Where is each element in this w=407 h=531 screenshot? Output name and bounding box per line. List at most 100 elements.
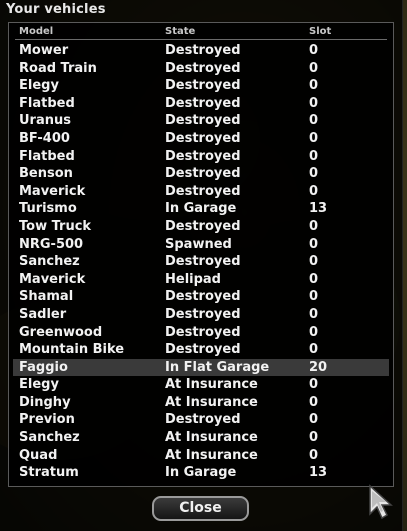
cell-model: Quad — [19, 447, 58, 463]
cell-state: Destroyed — [165, 43, 241, 58]
table-row[interactable]: Road Train Destroyed 0 — [9, 60, 393, 78]
table-row[interactable]: Sadler Destroyed 0 — [9, 306, 393, 324]
table-row[interactable]: Elegy Destroyed 0 — [9, 77, 393, 95]
cell-state: Spawned — [165, 236, 232, 252]
cell-state: Destroyed — [165, 148, 241, 164]
cell-state: Destroyed — [165, 166, 241, 182]
table-row[interactable]: Mountain Bike Destroyed 0 — [9, 341, 393, 359]
vehicles-dialog: Your vehicles Model State Slot Mower Dest… — [0, 0, 403, 531]
table-row[interactable]: Flatbed Destroyed 0 — [9, 95, 393, 113]
cell-state: At Insurance — [165, 430, 258, 446]
table-row[interactable]: Stratum In Garage 13 — [9, 464, 393, 482]
cell-state: Destroyed — [165, 95, 241, 111]
cell-state: In Garage — [165, 201, 237, 217]
cell-slot: 20 — [309, 359, 328, 375]
cell-slot: 0 — [309, 430, 319, 446]
cell-model: Mower — [19, 43, 69, 58]
cell-model: BF-400 — [19, 130, 70, 146]
table-row[interactable]: Dinghy At Insurance 0 — [9, 394, 393, 412]
cell-state: At Insurance — [165, 377, 258, 393]
table-row[interactable]: Mower Destroyed 0 — [9, 42, 393, 60]
cell-model: Turismo — [19, 201, 77, 217]
cell-slot: 13 — [309, 465, 328, 481]
cell-state: Destroyed — [165, 60, 241, 76]
table-row[interactable]: BF-400 Destroyed 0 — [9, 130, 393, 148]
cell-slot: 0 — [309, 113, 319, 129]
close-button[interactable]: Close — [152, 496, 249, 521]
column-header-slot[interactable]: Slot — [309, 26, 331, 37]
cell-slot: 0 — [309, 148, 319, 164]
table-row[interactable]: Elegy At Insurance 0 — [9, 376, 393, 394]
table-row[interactable]: Turismo In Garage 13 — [9, 200, 393, 218]
cell-state: Destroyed — [165, 113, 241, 129]
cell-state: Destroyed — [165, 412, 241, 428]
cell-model: Sadler — [19, 306, 67, 322]
cell-state: Destroyed — [165, 130, 241, 146]
cell-state: At Insurance — [165, 447, 258, 463]
header-divider — [15, 39, 387, 40]
cell-model: Flatbed — [19, 148, 75, 164]
cell-model: Flatbed — [19, 95, 75, 111]
cell-slot: 0 — [309, 60, 319, 76]
cell-state: At Insurance — [165, 394, 258, 410]
cell-slot: 0 — [309, 289, 319, 305]
cell-slot: 0 — [309, 342, 319, 358]
cell-model: Maverick — [19, 183, 86, 199]
cell-slot: 0 — [309, 95, 319, 111]
cell-slot: 0 — [309, 218, 319, 234]
cell-model: Road Train — [19, 60, 97, 76]
column-header-state[interactable]: State — [165, 26, 195, 37]
cell-model: Elegy — [19, 377, 59, 393]
cell-model: Sanchez — [19, 254, 80, 270]
cell-slot: 0 — [309, 43, 319, 58]
column-header-model[interactable]: Model — [19, 26, 53, 37]
cell-slot: 13 — [309, 201, 328, 217]
table-row[interactable]: Benson Destroyed 0 — [9, 165, 393, 183]
cell-model: Benson — [19, 166, 73, 182]
cell-state: Destroyed — [165, 183, 241, 199]
dialog-title: Your vehicles — [6, 2, 106, 17]
cell-model: Greenwood — [19, 324, 103, 340]
cell-slot: 0 — [309, 306, 319, 322]
cell-slot: 0 — [309, 166, 319, 182]
table-row[interactable]: Previon Destroyed 0 — [9, 411, 393, 429]
cell-state: In Flat Garage — [165, 359, 270, 375]
table-row[interactable]: Quad At Insurance 0 — [9, 447, 393, 465]
cell-state: In Garage — [165, 465, 237, 481]
cell-slot: 0 — [309, 271, 319, 287]
cell-slot: 0 — [309, 447, 319, 463]
table-row[interactable]: NRG-500 Spawned 0 — [9, 236, 393, 254]
cell-slot: 0 — [309, 130, 319, 146]
table-row[interactable]: Maverick Helipad 0 — [9, 271, 393, 289]
cell-model: Uranus — [19, 113, 71, 129]
table-row[interactable]: Greenwood Destroyed 0 — [9, 324, 393, 342]
table-row[interactable]: Sanchez At Insurance 0 — [9, 429, 393, 447]
cell-model: Faggio — [19, 359, 68, 375]
cell-slot: 0 — [309, 236, 319, 252]
cell-model: Tow Truck — [19, 218, 92, 234]
table-row[interactable]: Maverick Destroyed 0 — [9, 183, 393, 201]
cell-slot: 0 — [309, 78, 319, 94]
cell-model: Mountain Bike — [19, 342, 125, 358]
cell-state: Destroyed — [165, 324, 241, 340]
cursor-arrow-icon — [369, 484, 393, 520]
cell-state: Destroyed — [165, 306, 241, 322]
cell-state: Helipad — [165, 271, 221, 287]
vehicle-list[interactable]: Model State Slot Mower Destroyed 0 Road Tra… — [8, 22, 394, 487]
cell-model: Sanchez — [19, 430, 80, 446]
cell-model: NRG-500 — [19, 236, 84, 252]
cell-state: Destroyed — [165, 78, 241, 94]
vehicle-rows: Mower Destroyed 0 Road Train Destroyed 0 Elegy… — [9, 42, 393, 482]
table-row-selected[interactable]: Faggio In Flat Garage 20 — [13, 358, 389, 377]
table-row[interactable]: Tow Truck Destroyed 0 — [9, 218, 393, 236]
table-row[interactable]: Shamal Destroyed 0 — [9, 288, 393, 306]
table-row[interactable]: Flatbed Destroyed 0 — [9, 148, 393, 166]
cell-model: Elegy — [19, 78, 59, 94]
table-row[interactable]: Uranus Destroyed 0 — [9, 112, 393, 130]
cell-slot: 0 — [309, 377, 319, 393]
cell-slot: 0 — [309, 394, 319, 410]
table-row[interactable]: Sanchez Destroyed 0 — [9, 253, 393, 271]
cell-model: Previon — [19, 412, 75, 428]
cell-state: Destroyed — [165, 342, 241, 358]
cell-slot: 0 — [309, 254, 319, 270]
